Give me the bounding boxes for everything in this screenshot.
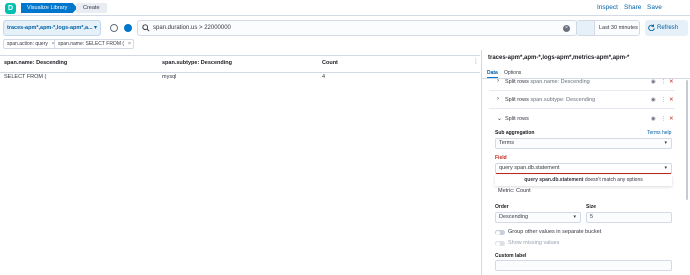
chevron-down-icon[interactable]: ⌄ bbox=[497, 115, 502, 122]
metric-select[interactable]: Metric: Count bbox=[495, 187, 575, 198]
bucket-accordion[interactable]: ⌄ Split rows ◉ ⋮ ✕ bbox=[489, 111, 675, 128]
order-select[interactable]: Descending ▾ bbox=[495, 212, 581, 223]
save-link[interactable]: Save bbox=[647, 4, 662, 11]
no-match-message: query span.db.statement doesn't match an… bbox=[495, 175, 672, 186]
index-pattern-label: traces-apm*,apm-*,logs-apm*,a... bbox=[7, 25, 93, 31]
eye-icon[interactable]: ◉ bbox=[651, 116, 656, 122]
chevron-down-icon: ▾ bbox=[573, 214, 576, 220]
filter-label: span.action: query bbox=[7, 41, 48, 47]
order-label: Order bbox=[495, 204, 509, 210]
clear-icon[interactable]: × bbox=[563, 25, 570, 32]
remove-icon[interactable]: ✕ bbox=[669, 116, 674, 122]
bucket-title: Split rows span.name: Descending bbox=[505, 79, 590, 85]
column-menu-icon[interactable]: ⋮ bbox=[473, 58, 480, 65]
group-other-toggle[interactable] bbox=[495, 230, 505, 235]
bucket-title: Split rows bbox=[505, 116, 529, 122]
search-input[interactable]: span.duration.us > 22000000 × bbox=[137, 20, 577, 36]
sub-aggregation-select[interactable]: Terms ▾ bbox=[495, 138, 672, 149]
editor-sidebar: traces-apm*,apm-*,logs-apm*,metrics-apm*… bbox=[481, 50, 690, 275]
table-cell: mysql bbox=[162, 74, 177, 80]
field-combobox[interactable]: query span.db.statement ▾ bbox=[495, 163, 672, 174]
column-header[interactable]: span.name: Descending bbox=[4, 60, 67, 66]
help-icon[interactable] bbox=[110, 24, 118, 32]
chevron-right-icon[interactable]: › bbox=[497, 78, 499, 84]
metric-label: Metric: Count bbox=[498, 188, 531, 194]
size-value: 5 bbox=[590, 214, 594, 220]
chevron-right-icon[interactable]: › bbox=[497, 96, 499, 102]
refresh-label: Refresh bbox=[657, 25, 679, 31]
refresh-icon bbox=[648, 24, 655, 31]
drag-handle-icon[interactable]: ⋮ bbox=[661, 97, 667, 103]
calendar-icon[interactable] bbox=[577, 21, 595, 35]
sub-aggregation-label: Sub aggregation bbox=[495, 130, 535, 136]
remove-icon[interactable]: ✕ bbox=[669, 97, 674, 103]
chevron-down-icon: ▾ bbox=[664, 165, 667, 171]
eye-icon[interactable]: ◉ bbox=[651, 97, 656, 103]
filter-pill[interactable]: span.action: query× bbox=[3, 39, 58, 49]
size-input[interactable]: 5 bbox=[586, 212, 672, 223]
eye-icon[interactable]: ◉ bbox=[651, 79, 656, 85]
time-range-label: Last 30 minutes bbox=[599, 25, 638, 31]
data-table: span.name: Descending span.subtype: Desc… bbox=[0, 55, 480, 275]
table-cell: 4 bbox=[322, 74, 326, 80]
scrollbar[interactable] bbox=[686, 80, 688, 200]
terms-help-link[interactable]: Terms help bbox=[647, 130, 671, 136]
table-cell: SELECT FROM ( bbox=[4, 74, 47, 80]
group-other-label: Group other values in separate bucket bbox=[508, 229, 602, 235]
field-label: Field bbox=[495, 155, 507, 161]
search-icon bbox=[142, 24, 150, 32]
size-label: Size bbox=[586, 204, 597, 210]
select-value: Terms bbox=[499, 140, 514, 146]
header-divider bbox=[0, 72, 480, 73]
chevron-down-icon: ▾ bbox=[93, 25, 97, 31]
chevron-down-icon: ▾ bbox=[664, 140, 667, 146]
custom-label-input[interactable] bbox=[495, 260, 672, 271]
bucket-accordion[interactable]: › Split rows span.subtype: Descending ◉ … bbox=[489, 92, 675, 109]
top-nav: D Visualize Library Create Inspect Share… bbox=[0, 0, 690, 16]
field-input-value: query span.db.statement bbox=[499, 165, 560, 171]
drag-handle-icon[interactable]: ⋮ bbox=[661, 116, 667, 122]
close-icon[interactable]: × bbox=[128, 40, 131, 48]
filter-label: span.name: SELECT FROM ( bbox=[58, 41, 125, 47]
bucket-title: Split rows span.subtype: Descending bbox=[505, 97, 596, 103]
bucket-accordion[interactable]: › Split rows span.name: Descending ◉ ⋮ ✕ bbox=[489, 74, 675, 91]
app-logo-icon[interactable]: D bbox=[5, 3, 16, 14]
breadcrumb-create: Create bbox=[76, 3, 107, 13]
drag-handle-icon[interactable]: ⋮ bbox=[661, 79, 667, 85]
index-pattern-title: traces-apm*,apm-*,logs-apm*,metrics-apm*… bbox=[488, 55, 630, 61]
index-pattern-selector[interactable]: traces-apm*,apm-*,logs-apm*,a... ▾ bbox=[3, 20, 101, 36]
query-text: span.duration.us > 22000000 bbox=[153, 25, 231, 31]
show-missing-toggle[interactable] bbox=[495, 241, 505, 246]
column-header[interactable]: span.subtype: Descending bbox=[162, 60, 232, 66]
date-picker[interactable]: Last 30 minutes bbox=[576, 20, 640, 36]
refresh-button[interactable]: Refresh bbox=[645, 20, 688, 36]
breadcrumb-visualize-library[interactable]: Visualize Library bbox=[21, 3, 78, 13]
add-filter-icon[interactable] bbox=[124, 24, 132, 32]
column-header[interactable]: Count bbox=[322, 60, 338, 66]
share-link[interactable]: Share bbox=[624, 4, 641, 11]
select-value: Descending bbox=[499, 214, 529, 220]
filter-pill[interactable]: span.name: SELECT FROM (× bbox=[54, 39, 135, 49]
custom-label-label: Custom label bbox=[495, 253, 527, 259]
remove-icon[interactable]: ✕ bbox=[669, 79, 674, 85]
query-bar: traces-apm*,apm-*,logs-apm*,a... ▾ span.… bbox=[0, 18, 690, 38]
show-missing-label: Show missing values bbox=[508, 240, 560, 246]
inspect-link[interactable]: Inspect bbox=[597, 4, 618, 11]
